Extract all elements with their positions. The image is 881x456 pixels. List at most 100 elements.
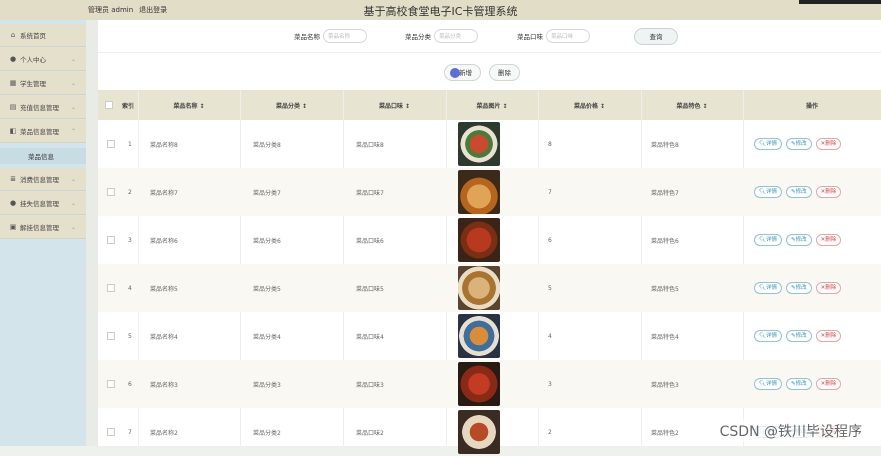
- dish-name-cell: 菜品名称7: [150, 189, 178, 197]
- search-field-taste: 菜品口味 菜品口味: [517, 29, 590, 43]
- edit-button[interactable]: ✎修改: [786, 138, 812, 150]
- user-icon: ●: [9, 199, 17, 207]
- table-row: 1 菜品名称8 菜品分类8 菜品口味8 8 菜品特色8 🔍︎详情 ✎修改 ✕删除: [98, 120, 881, 168]
- dish-image-cell: [458, 360, 518, 408]
- detail-button[interactable]: 🔍︎详情: [754, 234, 782, 246]
- delete-row-button[interactable]: ✕删除: [815, 234, 842, 246]
- dish-feature-cell: 菜品特色8: [651, 141, 679, 149]
- search-bar: 菜品名称 菜品名称 菜品分类 菜品分类 菜品口味 菜品口味 查询: [98, 20, 881, 53]
- dish-image: [458, 410, 500, 454]
- watermark: CSDN @铁川毕设程序: [716, 420, 865, 442]
- action-bar: 新增 删除: [444, 64, 520, 81]
- table-row: 6 菜品名称3 菜品分类3 菜品口味3 3 菜品特色3 🔍︎详情 ✎修改 ✕删除: [98, 360, 881, 408]
- detail-button[interactable]: 🔍︎详情: [754, 378, 782, 390]
- top-right-block: [799, 0, 881, 4]
- edit-button[interactable]: ✎修改: [786, 234, 812, 246]
- dish-price-cell: 8: [548, 140, 552, 148]
- delete-row-button[interactable]: ✕删除: [815, 186, 842, 198]
- delete-row-button[interactable]: ✕删除: [815, 378, 842, 390]
- header-taste[interactable]: 菜品口味 ↕: [343, 90, 446, 120]
- edit-button[interactable]: ✎修改: [786, 186, 812, 198]
- dish-price-cell: 5: [548, 284, 552, 292]
- detail-button[interactable]: 🔍︎详情: [754, 186, 782, 198]
- detail-button[interactable]: 🔍︎详情: [754, 138, 782, 150]
- dish-name-input[interactable]: 菜品名称: [323, 29, 367, 43]
- dish-category-cell: 菜品分类6: [253, 237, 281, 245]
- sidebar-item-unlock[interactable]: ▣ 解挂信息管理 ⌄: [0, 216, 86, 239]
- header-name[interactable]: 菜品名称 ↕: [138, 90, 240, 120]
- card-icon: ▤: [9, 103, 17, 111]
- header-price[interactable]: 菜品价格 ↕: [538, 90, 641, 120]
- row-checkbox[interactable]: [107, 216, 117, 264]
- dish-category-cell: 菜品分类2: [253, 429, 281, 437]
- sidebar-item-profile[interactable]: ● 个人中心 ⌄: [0, 48, 86, 71]
- header-category[interactable]: 菜品分类 ↕: [240, 90, 343, 120]
- header-index: 索引: [121, 102, 134, 110]
- dish-taste-cell: 菜品口味2: [356, 429, 384, 437]
- delete-row-button[interactable]: ✕删除: [815, 330, 842, 342]
- detail-button[interactable]: 🔍︎详情: [754, 330, 782, 342]
- row-actions: 🔍︎详情 ✎修改✕删除: [754, 312, 874, 360]
- dish-name-cell: 菜品名称6: [150, 237, 178, 245]
- dish-feature-cell: 菜品特色6: [651, 237, 679, 245]
- delete-row-button[interactable]: ✕删除: [815, 138, 842, 150]
- query-button[interactable]: 查询: [634, 28, 678, 45]
- dish-name-cell: 菜品名称3: [150, 381, 178, 389]
- dish-taste-input[interactable]: 菜品口味: [546, 29, 590, 43]
- row-checkbox[interactable]: [107, 120, 117, 168]
- row-checkbox[interactable]: [107, 408, 117, 456]
- sidebar-item-students[interactable]: ▦ 学生管理 ⌄: [0, 72, 86, 95]
- row-index: 2: [128, 188, 132, 196]
- dish-image-cell: [458, 408, 518, 456]
- row-checkbox[interactable]: [107, 360, 117, 408]
- search-icon: 🔍︎: [759, 237, 766, 243]
- edit-button[interactable]: ✎修改: [786, 330, 812, 342]
- sidebar-item-consumption[interactable]: ≣ 消费信息管理 ⌄: [0, 168, 86, 191]
- row-index: 3: [128, 236, 132, 244]
- sidebar-item-recharge[interactable]: ▤ 充值信息管理 ⌄: [0, 96, 86, 119]
- select-all-checkbox[interactable]: [102, 90, 116, 120]
- header-image[interactable]: 菜品图片 ↕: [446, 90, 538, 120]
- add-button[interactable]: 新增: [444, 64, 481, 81]
- dish-price-cell: 4: [548, 332, 552, 340]
- edit-button[interactable]: ✎修改: [786, 378, 812, 390]
- search-icon: 🔍︎: [759, 189, 766, 195]
- dish-category-input[interactable]: 菜品分类: [434, 29, 478, 43]
- row-index: 1: [128, 140, 132, 148]
- row-checkbox[interactable]: [107, 312, 117, 360]
- dish-price-cell: 2: [548, 428, 552, 436]
- list-icon: ≣: [10, 175, 16, 183]
- sidebar-item-loss-report[interactable]: ● 挂失信息管理 ⌄: [0, 192, 86, 215]
- edit-button[interactable]: ✎修改: [786, 282, 812, 294]
- dish-image: [458, 314, 500, 358]
- detail-button[interactable]: 🔍︎详情: [754, 282, 782, 294]
- dish-image: [458, 122, 500, 166]
- grid-icon: ▦: [9, 79, 17, 87]
- dish-taste-cell: 菜品口味4: [356, 333, 384, 341]
- row-checkbox[interactable]: [107, 168, 117, 216]
- dish-price-cell: 6: [548, 236, 552, 244]
- delete-button[interactable]: 删除: [489, 64, 520, 81]
- dish-category-cell: 菜品分类5: [253, 285, 281, 293]
- dish-taste-cell: 菜品口味8: [356, 141, 384, 149]
- dish-image: [458, 266, 500, 310]
- delete-row-button[interactable]: ✕删除: [815, 282, 842, 294]
- row-checkbox[interactable]: [107, 264, 117, 312]
- dish-name-cell: 菜品名称8: [150, 141, 178, 149]
- sidebar-item-home[interactable]: ⌂ 系统首页: [0, 24, 86, 47]
- chevron-down-icon: ⌄: [70, 103, 76, 111]
- row-actions: 🔍︎详情 ✎修改✕删除: [754, 120, 874, 168]
- sidebar-subitem-dish-info[interactable]: 菜品信息: [0, 148, 86, 164]
- sidebar-item-dishes[interactable]: ◧ 菜品信息管理 ⌃: [0, 120, 86, 143]
- home-icon: ⌂: [10, 31, 16, 39]
- dish-image-cell: [458, 216, 518, 264]
- row-actions: 🔍︎详情 ✎修改✕删除: [754, 216, 874, 264]
- table-header: 索引 菜品名称 ↕ 菜品分类 ↕ 菜品口味 ↕ 菜品图片 ↕ 菜品价格 ↕ 菜品…: [98, 90, 881, 120]
- unlock-icon: ▣: [9, 223, 17, 231]
- dish-name-cell: 菜品名称4: [150, 333, 178, 341]
- main-content: 菜品名称 菜品名称 菜品分类 菜品分类 菜品口味 菜品口味 查询 新增 删除 索…: [98, 20, 881, 454]
- header-feature[interactable]: 菜品特色 ↕: [641, 90, 743, 120]
- top-bar: 管理员 admin 退出登录 基于高校食堂电子IC卡管理系统: [0, 0, 881, 20]
- chevron-down-icon: ⌄: [70, 223, 76, 231]
- row-actions: 🔍︎详情 ✎修改✕删除: [754, 360, 874, 408]
